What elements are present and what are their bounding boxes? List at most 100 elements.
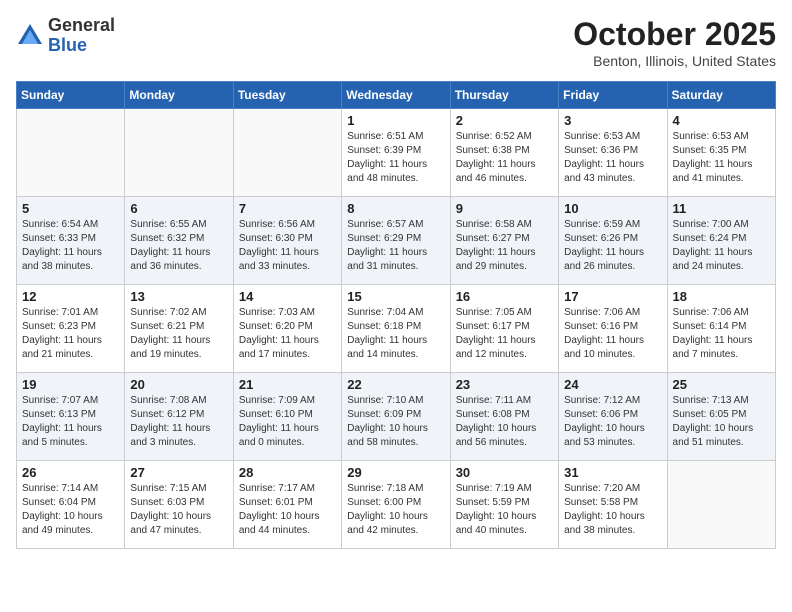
calendar-cell: 1 Sunrise: 6:51 AM Sunset: 6:39 PM Daylig…: [342, 109, 450, 197]
day-info: Sunrise: 7:14 AM Sunset: 6:04 PM Dayligh…: [22, 482, 119, 538]
day-info: Sunrise: 6:56 AM Sunset: 6:30 PM Dayligh…: [239, 218, 336, 274]
day-number: 8: [347, 201, 444, 216]
calendar-cell: 17Sunrise: 7:06 AM Sunset: 6:16 PM Dayli…: [559, 285, 667, 373]
calendar-cell: 24 Sunrise: 7:12 AM Sunset: 6:06 PM Dayli…: [559, 373, 667, 461]
calendar-header-row: SundayMondayTuesdayWednesdayThursdayFrid…: [17, 82, 776, 109]
day-info: Sunrise: 6:54 AM Sunset: 6:33 PM Dayligh…: [22, 218, 119, 274]
day-info: Sunrise: 7:07 AM Sunset: 6:13 PM Dayligh…: [22, 394, 119, 450]
day-info: Sunrise: 7:00 AM Sunset: 6:24 PM Dayligh…: [673, 218, 770, 274]
day-info: Sunrise: 7:15 AM Sunset: 6:03 PM Dayligh…: [130, 482, 227, 538]
calendar-cell: 28Sunrise: 7:17 AM Sunset: 6:01 PM Dayli…: [233, 461, 341, 549]
calendar-cell: 30 Sunrise: 7:19 AM Sunset: 5:59 PM Dayli…: [450, 461, 558, 549]
logo-general: General: [48, 15, 115, 35]
day-info: Sunrise: 6:53 AM Sunset: 6:35 PM Dayligh…: [673, 130, 770, 186]
calendar-cell: [233, 109, 341, 197]
calendar-cell: 25 Sunrise: 7:13 AM Sunset: 6:05 PM Dayli…: [667, 373, 775, 461]
day-info: Sunrise: 7:13 AM Sunset: 6:05 PM Dayligh…: [673, 394, 770, 450]
day-number: 26: [22, 465, 119, 480]
calendar-cell: 21Sunrise: 7:09 AM Sunset: 6:10 PM Dayli…: [233, 373, 341, 461]
day-number: 30: [456, 465, 553, 480]
day-info: Sunrise: 6:51 AM Sunset: 6:39 PM Dayligh…: [347, 130, 444, 186]
col-header-sunday: Sunday: [17, 82, 125, 109]
calendar-cell: 5 Sunrise: 6:54 AM Sunset: 6:33 PM Daylig…: [17, 197, 125, 285]
calendar-cell: 10Sunrise: 6:59 AM Sunset: 6:26 PM Dayli…: [559, 197, 667, 285]
day-info: Sunrise: 6:55 AM Sunset: 6:32 PM Dayligh…: [130, 218, 227, 274]
day-number: 25: [673, 377, 770, 392]
calendar-table: SundayMondayTuesdayWednesdayThursdayFrid…: [16, 81, 776, 549]
calendar-week-row: 19Sunrise: 7:07 AM Sunset: 6:13 PM Dayli…: [17, 373, 776, 461]
col-header-monday: Monday: [125, 82, 233, 109]
calendar-cell: 2Sunrise: 6:52 AM Sunset: 6:38 PM Daylig…: [450, 109, 558, 197]
day-number: 11: [673, 201, 770, 216]
day-number: 21: [239, 377, 336, 392]
day-info: Sunrise: 7:03 AM Sunset: 6:20 PM Dayligh…: [239, 306, 336, 362]
calendar-cell: 29 Sunrise: 7:18 AM Sunset: 6:00 PM Dayli…: [342, 461, 450, 549]
month-title: October 2025: [573, 16, 776, 53]
day-info: Sunrise: 7:01 AM Sunset: 6:23 PM Dayligh…: [22, 306, 119, 362]
calendar-cell: 31 Sunrise: 7:20 AM Sunset: 5:58 PM Dayli…: [559, 461, 667, 549]
day-info: Sunrise: 6:52 AM Sunset: 6:38 PM Dayligh…: [456, 130, 553, 186]
day-number: 1: [347, 113, 444, 128]
calendar-cell: [17, 109, 125, 197]
day-info: Sunrise: 7:05 AM Sunset: 6:17 PM Dayligh…: [456, 306, 553, 362]
day-number: 20: [130, 377, 227, 392]
title-block: October 2025 Benton, Illinois, United St…: [573, 16, 776, 69]
col-header-friday: Friday: [559, 82, 667, 109]
calendar-cell: 13Sunrise: 7:02 AM Sunset: 6:21 PM Dayli…: [125, 285, 233, 373]
calendar-week-row: 12 Sunrise: 7:01 AM Sunset: 6:23 PM Dayli…: [17, 285, 776, 373]
day-info: Sunrise: 7:08 AM Sunset: 6:12 PM Dayligh…: [130, 394, 227, 450]
calendar-cell: 14Sunrise: 7:03 AM Sunset: 6:20 PM Dayli…: [233, 285, 341, 373]
day-info: Sunrise: 6:57 AM Sunset: 6:29 PM Dayligh…: [347, 218, 444, 274]
calendar-cell: 8 Sunrise: 6:57 AM Sunset: 6:29 PM Daylig…: [342, 197, 450, 285]
day-info: Sunrise: 7:19 AM Sunset: 5:59 PM Dayligh…: [456, 482, 553, 538]
calendar-week-row: 5 Sunrise: 6:54 AM Sunset: 6:33 PM Daylig…: [17, 197, 776, 285]
day-number: 17: [564, 289, 661, 304]
col-header-thursday: Thursday: [450, 82, 558, 109]
day-info: Sunrise: 6:58 AM Sunset: 6:27 PM Dayligh…: [456, 218, 553, 274]
day-number: 4: [673, 113, 770, 128]
calendar-cell: 16Sunrise: 7:05 AM Sunset: 6:17 PM Dayli…: [450, 285, 558, 373]
col-header-saturday: Saturday: [667, 82, 775, 109]
calendar-cell: 7Sunrise: 6:56 AM Sunset: 6:30 PM Daylig…: [233, 197, 341, 285]
day-number: 6: [130, 201, 227, 216]
day-info: Sunrise: 7:18 AM Sunset: 6:00 PM Dayligh…: [347, 482, 444, 538]
calendar-week-row: 26 Sunrise: 7:14 AM Sunset: 6:04 PM Dayli…: [17, 461, 776, 549]
day-info: Sunrise: 7:06 AM Sunset: 6:14 PM Dayligh…: [673, 306, 770, 362]
page-header: General Blue October 2025 Benton, Illino…: [16, 16, 776, 69]
col-header-wednesday: Wednesday: [342, 82, 450, 109]
calendar-cell: 9Sunrise: 6:58 AM Sunset: 6:27 PM Daylig…: [450, 197, 558, 285]
calendar-cell: 3Sunrise: 6:53 AM Sunset: 6:36 PM Daylig…: [559, 109, 667, 197]
day-number: 23: [456, 377, 553, 392]
day-number: 29: [347, 465, 444, 480]
day-number: 12: [22, 289, 119, 304]
col-header-tuesday: Tuesday: [233, 82, 341, 109]
logo-blue: Blue: [48, 35, 87, 55]
day-info: Sunrise: 7:20 AM Sunset: 5:58 PM Dayligh…: [564, 482, 661, 538]
day-number: 24: [564, 377, 661, 392]
day-number: 31: [564, 465, 661, 480]
calendar-cell: 15 Sunrise: 7:04 AM Sunset: 6:18 PM Dayli…: [342, 285, 450, 373]
day-info: Sunrise: 7:17 AM Sunset: 6:01 PM Dayligh…: [239, 482, 336, 538]
day-info: Sunrise: 6:53 AM Sunset: 6:36 PM Dayligh…: [564, 130, 661, 186]
day-number: 27: [130, 465, 227, 480]
calendar-week-row: 1 Sunrise: 6:51 AM Sunset: 6:39 PM Daylig…: [17, 109, 776, 197]
day-info: Sunrise: 7:11 AM Sunset: 6:08 PM Dayligh…: [456, 394, 553, 450]
day-number: 15: [347, 289, 444, 304]
day-number: 13: [130, 289, 227, 304]
day-info: Sunrise: 7:04 AM Sunset: 6:18 PM Dayligh…: [347, 306, 444, 362]
calendar-cell: 23 Sunrise: 7:11 AM Sunset: 6:08 PM Dayli…: [450, 373, 558, 461]
logo: General Blue: [16, 16, 115, 56]
calendar-cell: 6 Sunrise: 6:55 AM Sunset: 6:32 PM Daylig…: [125, 197, 233, 285]
calendar-cell: 20 Sunrise: 7:08 AM Sunset: 6:12 PM Dayli…: [125, 373, 233, 461]
calendar-cell: 26 Sunrise: 7:14 AM Sunset: 6:04 PM Dayli…: [17, 461, 125, 549]
day-info: Sunrise: 7:12 AM Sunset: 6:06 PM Dayligh…: [564, 394, 661, 450]
calendar-cell: 19Sunrise: 7:07 AM Sunset: 6:13 PM Dayli…: [17, 373, 125, 461]
calendar-cell: 12 Sunrise: 7:01 AM Sunset: 6:23 PM Dayli…: [17, 285, 125, 373]
calendar-cell: [125, 109, 233, 197]
day-number: 18: [673, 289, 770, 304]
location: Benton, Illinois, United States: [573, 53, 776, 69]
day-number: 22: [347, 377, 444, 392]
calendar-cell: 22Sunrise: 7:10 AM Sunset: 6:09 PM Dayli…: [342, 373, 450, 461]
calendar-cell: 4 Sunrise: 6:53 AM Sunset: 6:35 PM Daylig…: [667, 109, 775, 197]
day-number: 5: [22, 201, 119, 216]
